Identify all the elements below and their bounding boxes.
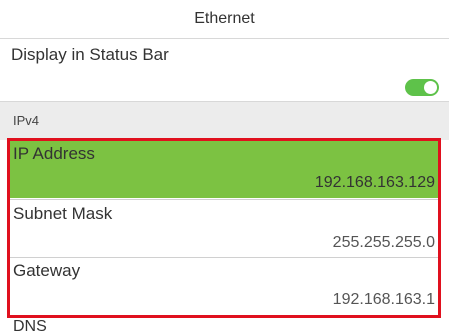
ipv4-section-header: IPv4 <box>0 101 449 140</box>
gateway-value: 192.168.163.1 <box>332 291 435 308</box>
toggle-knob <box>424 81 437 94</box>
gateway-label: Gateway <box>13 261 81 280</box>
subnet-mask-row[interactable]: Subnet Mask 255.255.255.0 <box>10 200 438 258</box>
ip-address-row[interactable]: IP Address 192.168.163.129 <box>10 140 438 198</box>
display-in-status-bar-label: Display in Status Bar <box>11 45 169 64</box>
page-title: Ethernet <box>194 10 255 27</box>
ipv4-section-label: IPv4 <box>13 113 40 128</box>
page-header: Ethernet <box>0 0 449 38</box>
status-bar-toggle[interactable] <box>405 79 439 96</box>
ip-address-label: IP Address <box>13 144 95 163</box>
dns-row-label[interactable]: DNS <box>13 318 47 336</box>
display-in-status-bar-row[interactable]: Display in Status Bar <box>0 38 449 101</box>
subnet-mask-label: Subnet Mask <box>13 204 113 223</box>
ip-address-value: 192.168.163.129 <box>314 174 435 191</box>
gateway-row[interactable]: Gateway 192.168.163.1 <box>10 257 438 315</box>
subnet-mask-value: 255.255.255.0 <box>332 234 435 251</box>
